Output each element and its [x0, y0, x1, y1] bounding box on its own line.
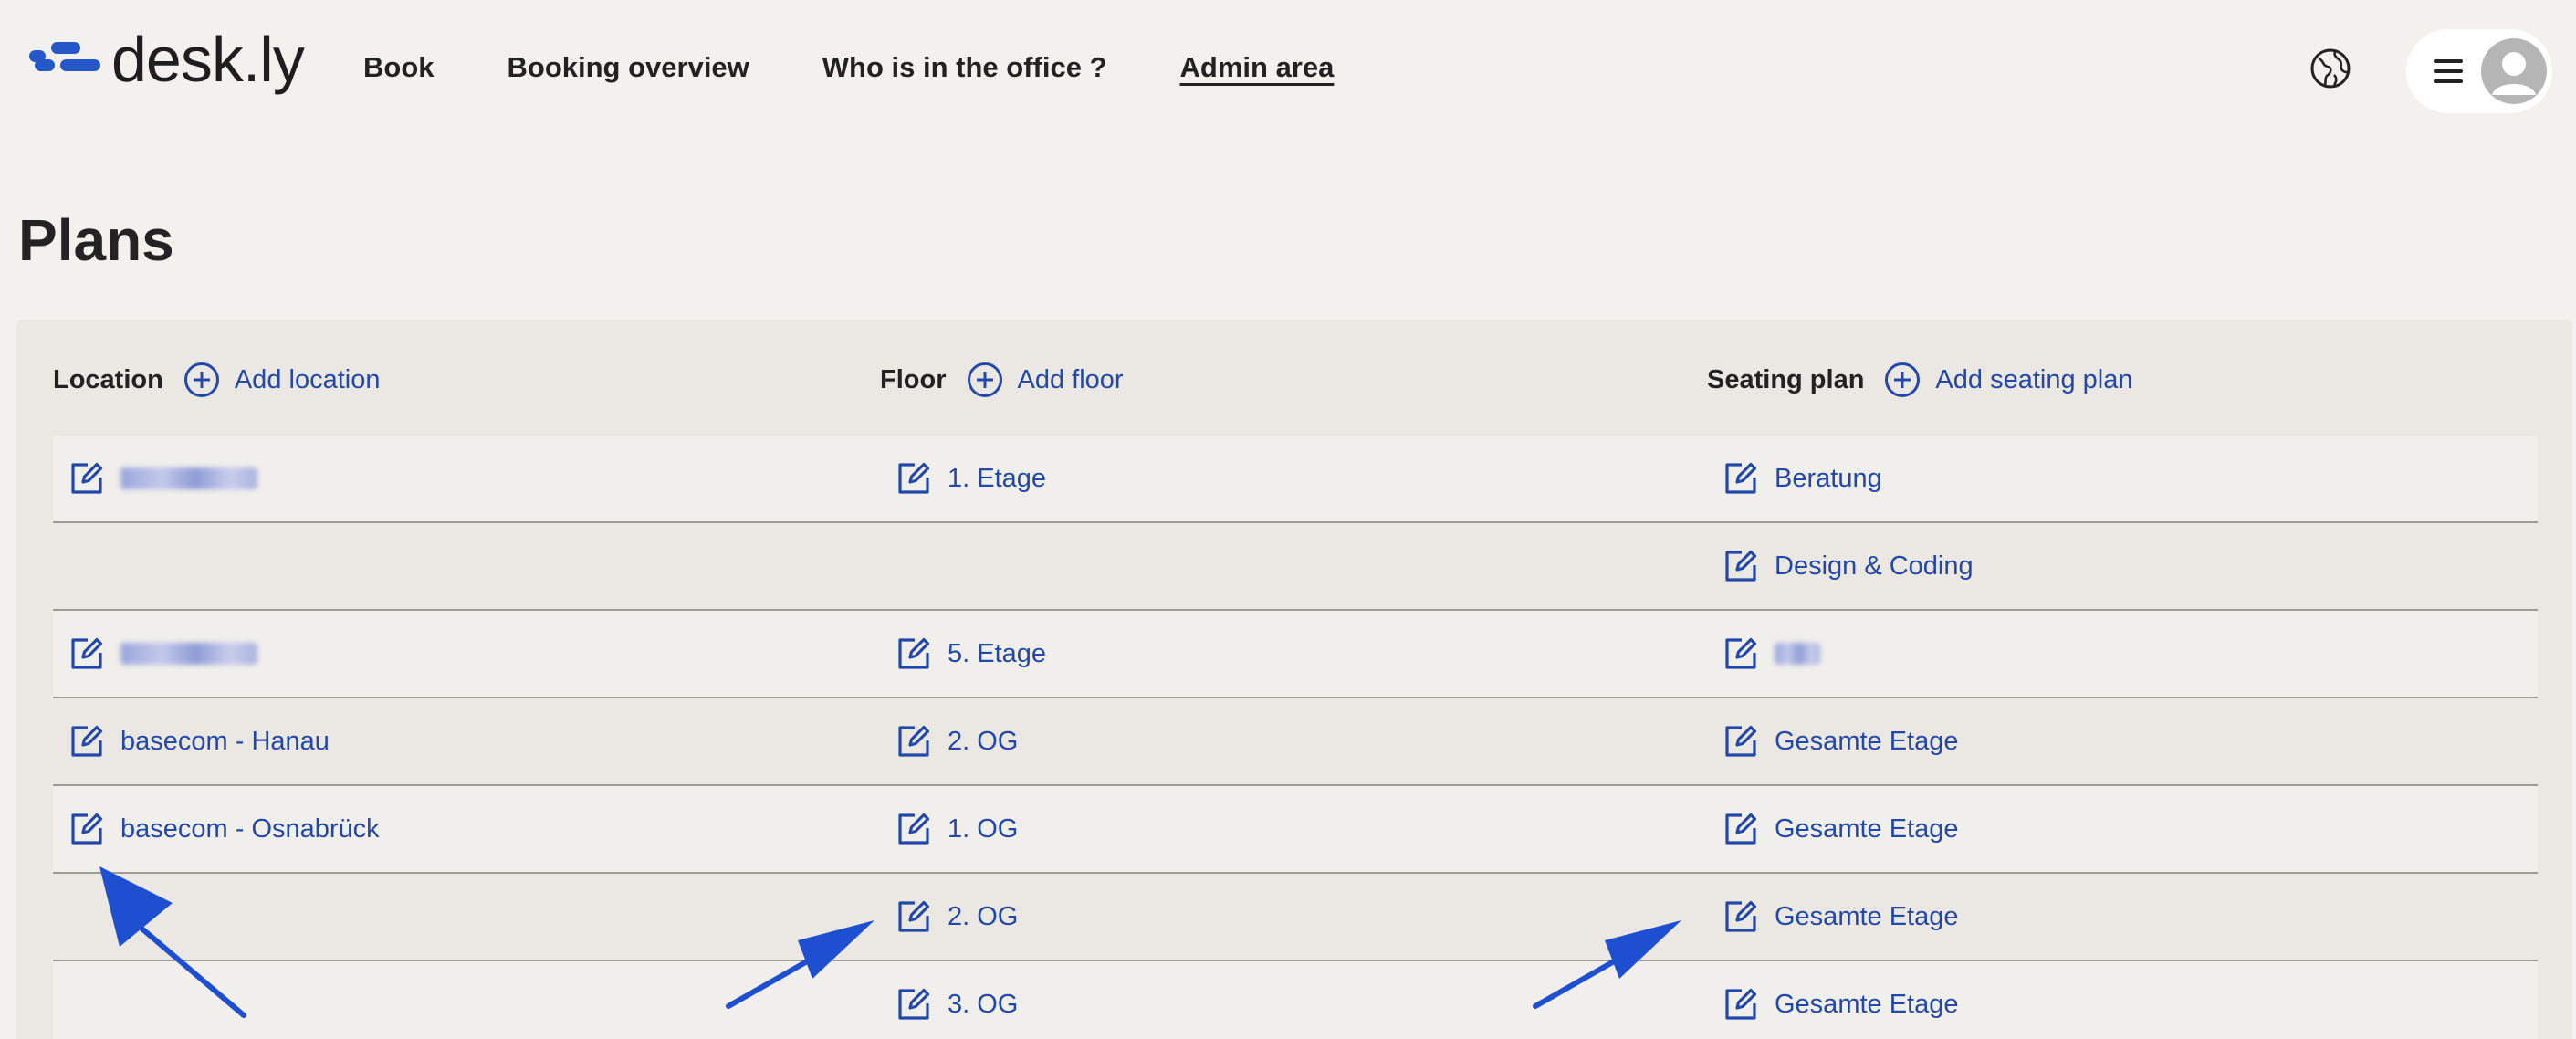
plans-table: 1. Etage Beratung Design & Coding 5. Etage b…: [53, 436, 2538, 1039]
floor-header-label: Floor: [880, 364, 947, 394]
seating-edit-link[interactable]: Design & Coding: [1722, 523, 1974, 609]
edit-icon: [1722, 897, 1760, 936]
edit-icon: [68, 722, 106, 761]
plus-circle-icon: [1885, 362, 1921, 397]
seating-label: Gesamte Etage: [1775, 726, 1959, 756]
edit-icon: [68, 459, 106, 498]
user-avatar-icon: [2481, 38, 2547, 104]
logo-text: desk.ly: [111, 24, 305, 95]
desk-ly-logo[interactable]: desk.ly: [29, 24, 305, 95]
edit-icon: [1722, 459, 1760, 498]
edit-icon: [895, 722, 933, 761]
edit-icon: [1722, 985, 1760, 1023]
table-row: 3. OG Gesamte Etage: [53, 961, 2538, 1039]
seating-label: Gesamte Etage: [1775, 901, 1959, 931]
seating-edit-link[interactable]: Gesamte Etage: [1722, 961, 1959, 1039]
edit-icon: [895, 459, 933, 498]
floor-edit-link[interactable]: 5. Etage: [895, 611, 1046, 697]
floor-label: 1. Etage: [948, 463, 1047, 493]
edit-icon: [895, 897, 933, 936]
plans-panel: Location Add location Floor Add floor Se…: [16, 320, 2572, 1039]
location-label: basecom - Hanau: [120, 726, 330, 756]
nav-item-admin-area[interactable]: Admin area: [1180, 51, 1335, 84]
table-row: 1. Etage Beratung: [53, 436, 2538, 523]
floor-edit-link[interactable]: 3. OG: [895, 961, 1018, 1039]
table-row: basecom - Hanau 2. OG Gesamte Etage: [53, 698, 2538, 786]
location-column-header: Location Add location: [53, 362, 380, 398]
table-row: Design & Coding: [53, 523, 2538, 611]
seating-label: Gesamte Etage: [1775, 989, 1959, 1019]
nav-item-booking-overview[interactable]: Booking overview: [508, 51, 749, 84]
edit-icon: [1722, 635, 1760, 673]
edit-icon: [1722, 810, 1760, 848]
top-bar: desk.ly Book Booking overview Who is in …: [0, 0, 2576, 137]
nav-item-book[interactable]: Book: [363, 51, 435, 84]
user-menu-button[interactable]: [2406, 29, 2552, 113]
floor-column-header: Floor Add floor: [880, 362, 1124, 398]
floor-edit-link[interactable]: 2. OG: [895, 698, 1018, 784]
seating-edit-link[interactable]: Gesamte Etage: [1722, 874, 1959, 960]
nav-item-who-is-in-office[interactable]: Who is in the office ?: [822, 51, 1107, 84]
plus-circle-icon: [183, 362, 219, 397]
seating-edit-link[interactable]: Gesamte Etage: [1722, 786, 1959, 872]
edit-icon: [895, 635, 933, 673]
main-nav: Book Booking overview Who is in the offi…: [363, 51, 1334, 84]
floor-edit-link[interactable]: 1. Etage: [895, 436, 1046, 521]
seating-edit-link[interactable]: [1722, 611, 1820, 697]
add-seating-plan-label: Add seating plan: [1935, 364, 2133, 394]
location-edit-link[interactable]: basecom - Osnabrück: [68, 786, 380, 872]
edit-icon: [1722, 722, 1760, 761]
floor-edit-link[interactable]: 2. OG: [895, 874, 1018, 960]
location-header-label: Location: [53, 364, 163, 394]
edit-icon: [895, 985, 933, 1023]
location-edit-link[interactable]: basecom - Hanau: [68, 698, 330, 784]
logo-mark-icon: [29, 39, 100, 79]
floor-label: 1. OG: [948, 813, 1019, 844]
hamburger-menu-icon: [2434, 59, 2463, 83]
edit-icon: [68, 810, 106, 848]
edit-icon: [895, 810, 933, 848]
seating-label: Gesamte Etage: [1775, 813, 1959, 844]
table-row: basecom - Osnabrück 1. OG Gesamte Etage: [53, 786, 2538, 874]
floor-label: 5. Etage: [948, 638, 1047, 668]
seating-edit-link[interactable]: Gesamte Etage: [1722, 698, 1959, 784]
redacted-label: [120, 467, 257, 489]
add-location-label: Add location: [234, 364, 381, 394]
add-seating-plan-button[interactable]: Add seating plan: [1884, 362, 2132, 398]
edit-icon: [1722, 547, 1760, 585]
floor-edit-link[interactable]: 1. OG: [895, 786, 1018, 872]
seating-label: Design & Coding: [1775, 551, 1974, 581]
globe-icon[interactable]: [2309, 47, 2351, 89]
location-edit-link[interactable]: [68, 611, 257, 697]
location-edit-link[interactable]: [68, 436, 257, 521]
location-label: basecom - Osnabrück: [120, 813, 380, 844]
seating-label: Beratung: [1775, 463, 1882, 493]
seating-edit-link[interactable]: Beratung: [1722, 436, 1882, 521]
table-row: 2. OG Gesamte Etage: [53, 874, 2538, 961]
table-row: 5. Etage: [53, 611, 2538, 698]
add-floor-label: Add floor: [1017, 364, 1124, 394]
add-floor-button[interactable]: Add floor: [967, 362, 1124, 398]
floor-label: 2. OG: [948, 726, 1019, 756]
redacted-label: [120, 643, 257, 665]
redacted-label: [1775, 643, 1820, 665]
page-title: Plans: [18, 207, 174, 273]
seating-column-header: Seating plan Add seating plan: [1707, 362, 2132, 398]
add-location-button[interactable]: Add location: [183, 362, 381, 398]
seating-header-label: Seating plan: [1707, 364, 1865, 394]
edit-icon: [68, 635, 106, 673]
plus-circle-icon: [967, 362, 1002, 397]
floor-label: 3. OG: [948, 989, 1019, 1019]
floor-label: 2. OG: [948, 901, 1019, 931]
